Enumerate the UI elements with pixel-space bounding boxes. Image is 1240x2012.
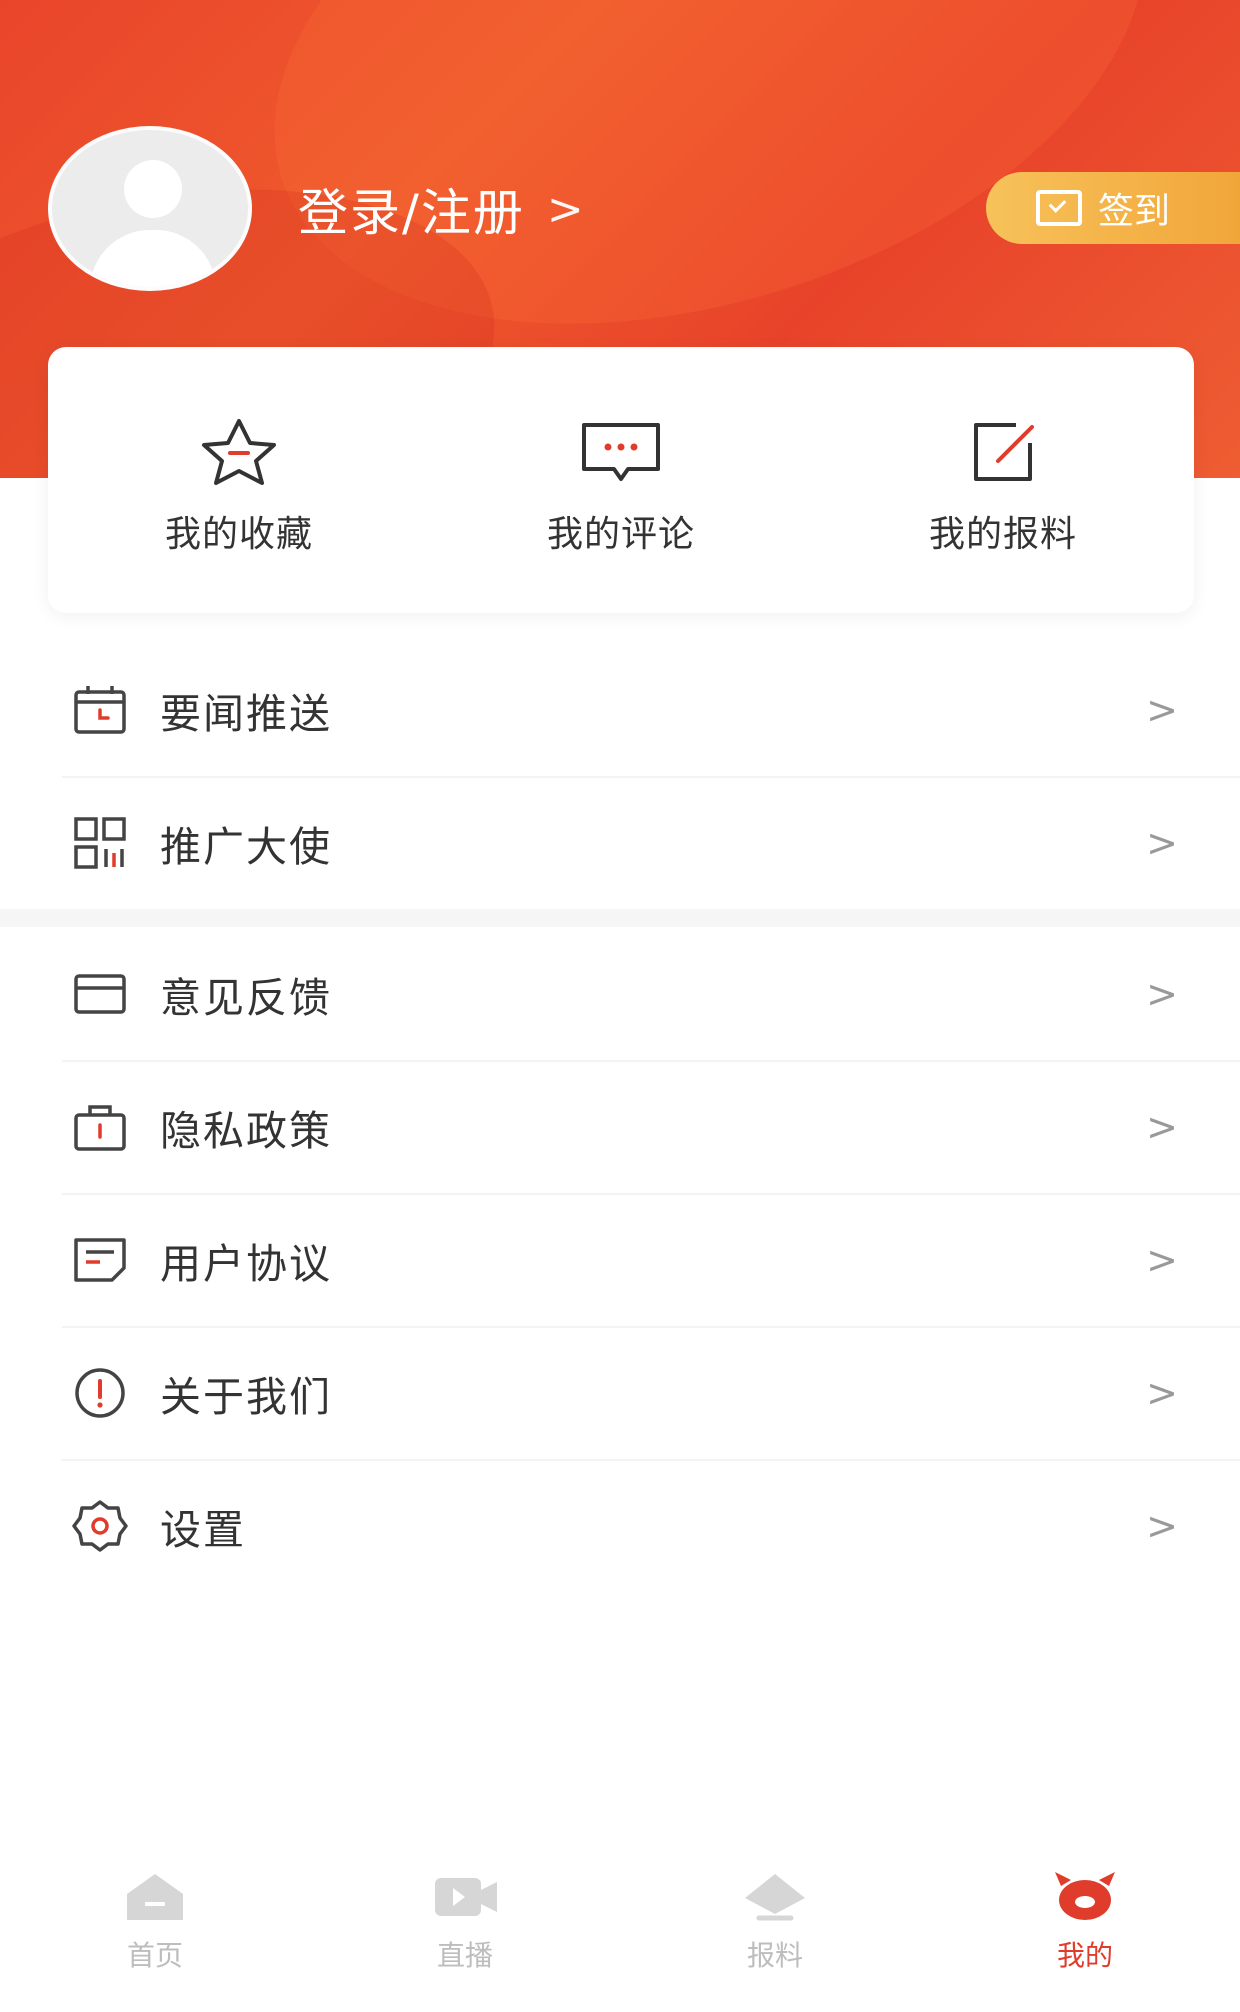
- calendar-icon: [74, 685, 126, 734]
- menu-item-label: 设置: [160, 1505, 246, 1554]
- avatar-body-shape: [90, 230, 216, 287]
- menu-item-label: 用户协议: [160, 1239, 332, 1288]
- menu-item-news-push[interactable]: 要闻推送 >: [0, 643, 1240, 776]
- my-comments-label: 我的评论: [546, 514, 695, 555]
- menu-item-about-us[interactable]: 关于我们 >: [0, 1326, 1240, 1459]
- comment-icon: [582, 423, 660, 481]
- info-icon: [75, 1367, 125, 1418]
- gear-icon: [72, 1499, 128, 1552]
- tab-label: 报料: [746, 1939, 803, 1972]
- menu-item-label: 意见反馈: [160, 973, 332, 1022]
- login-register-link[interactable]: 登录/注册 >: [298, 178, 586, 243]
- tab-label: 首页: [126, 1939, 183, 1972]
- tab-mine[interactable]: 我的: [930, 1840, 1240, 2012]
- my-reports-label: 我的报料: [928, 514, 1077, 555]
- lock-icon: [74, 1104, 126, 1151]
- tab-report[interactable]: 报料: [620, 1840, 930, 2012]
- checkin-button[interactable]: 签到: [986, 172, 1240, 244]
- menu-group-secondary: 意见反馈 > 隐私政策 > 用户协议 > 关于我们 > 设置 >: [0, 927, 1240, 1592]
- bottom-tab-bar: 首页 直播 报料 我的: [0, 1840, 1240, 2012]
- avatar[interactable]: [48, 126, 252, 291]
- menu-item-privacy-policy[interactable]: 隐私政策 >: [0, 1060, 1240, 1193]
- document-icon: [74, 1237, 126, 1282]
- qr-code-icon: [74, 816, 126, 869]
- my-favorites-label: 我的收藏: [164, 514, 313, 555]
- report-icon: [745, 1874, 805, 1921]
- avatar-head-shape: [124, 160, 182, 218]
- chevron-right-icon: >: [1146, 687, 1178, 732]
- chevron-right-icon: >: [1146, 1503, 1178, 1548]
- tab-home[interactable]: 首页: [0, 1840, 310, 2012]
- quick-actions-card: 我的收藏 我的评论 我的报料: [48, 347, 1194, 613]
- checkin-calendar-icon: [1036, 190, 1082, 226]
- edit-icon: [974, 423, 1034, 481]
- menu-item-label: 关于我们: [160, 1372, 332, 1421]
- menu-item-label: 要闻推送: [160, 689, 332, 738]
- menu-item-label: 推广大使: [160, 822, 332, 871]
- chevron-right-icon: >: [1146, 971, 1178, 1016]
- chevron-right-icon: >: [1146, 820, 1178, 865]
- tab-live[interactable]: 直播: [310, 1840, 620, 2012]
- menu-item-feedback[interactable]: 意见反馈 >: [0, 927, 1240, 1060]
- chevron-right-icon: >: [1146, 1370, 1178, 1415]
- checkin-label: 签到: [1098, 191, 1171, 232]
- home-icon: [127, 1874, 183, 1920]
- menu-item-ambassador[interactable]: 推广大使 >: [0, 776, 1240, 909]
- chevron-right-icon: >: [1146, 1104, 1178, 1149]
- menu-item-label: 隐私政策: [160, 1106, 332, 1155]
- mail-icon: [74, 973, 126, 1014]
- tab-label: 我的: [1056, 1939, 1113, 1972]
- my-favorites-button[interactable]: 我的收藏: [48, 347, 430, 613]
- login-register-label: 登录/注册: [298, 184, 525, 242]
- profile-icon: [1055, 1872, 1115, 1920]
- video-icon: [435, 1878, 497, 1916]
- menu-group-primary: 要闻推送 > 推广大使 >: [0, 643, 1240, 909]
- my-comments-button[interactable]: 我的评论: [430, 347, 812, 613]
- menu-item-user-agreement[interactable]: 用户协议 >: [0, 1193, 1240, 1326]
- tab-label: 直播: [436, 1939, 493, 1972]
- chevron-right-icon: >: [1146, 1237, 1178, 1282]
- menu-item-settings[interactable]: 设置 >: [0, 1459, 1240, 1592]
- my-reports-button[interactable]: 我的报料: [812, 347, 1194, 613]
- section-divider: [0, 909, 1240, 927]
- star-icon: [202, 419, 276, 485]
- chevron-right-icon: >: [546, 183, 586, 235]
